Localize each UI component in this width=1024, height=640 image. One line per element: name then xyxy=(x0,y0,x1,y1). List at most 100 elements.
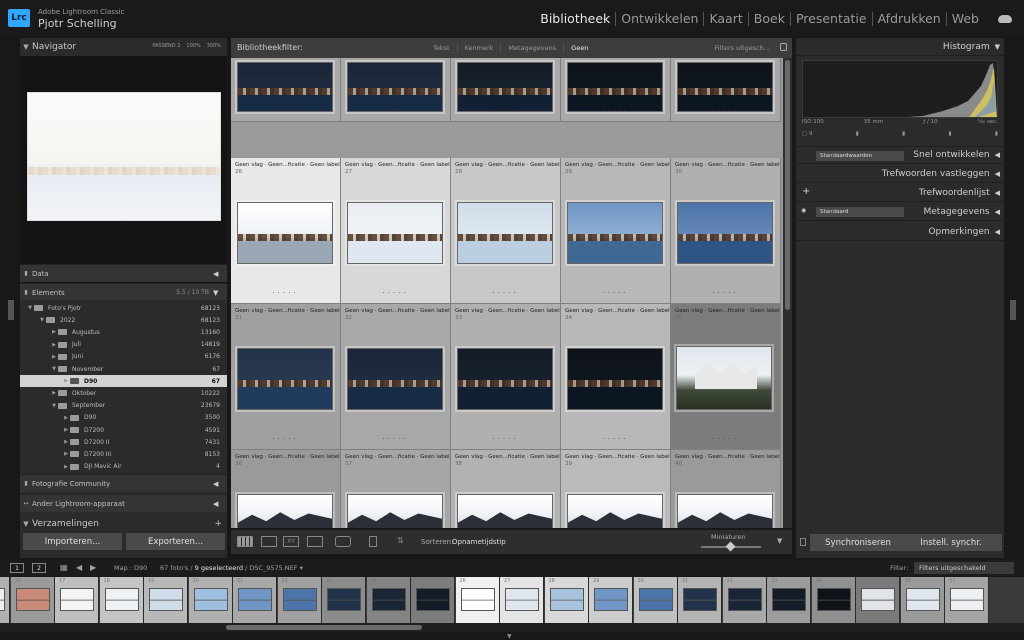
filmstrip-thumbnail[interactable] xyxy=(193,588,228,611)
filmstrip-cell[interactable]: 18 xyxy=(99,577,144,623)
filmstrip-cell[interactable]: 24 xyxy=(366,577,411,623)
histogram-header[interactable]: Histogram ▼ xyxy=(796,38,1004,56)
section-other-device[interactable]: ↔ Ander Lightroom-apparaat ◀ xyxy=(20,494,227,512)
grid-cell[interactable]: Geen vlag · Geen...ficatie · Geen label 2… xyxy=(231,158,341,304)
folder-row[interactable]: ▶ D7200 II 7431 xyxy=(20,436,227,448)
filter-metadata[interactable]: Metagegevens xyxy=(501,44,565,52)
photo-thumbnail[interactable] xyxy=(676,346,772,410)
disclosure-icon[interactable]: ▶ xyxy=(62,439,70,445)
grid-cell[interactable]: ····· xyxy=(671,58,781,122)
filmstrip-thumbnail[interactable] xyxy=(460,588,495,611)
rating-stars[interactable]: ····· xyxy=(231,289,340,297)
grid-cell[interactable]: Geen vlag · Geen...ficatie · Geen label 3… xyxy=(451,450,561,528)
filmstrip-thumbnail[interactable] xyxy=(15,588,50,611)
filmstrip-cell[interactable]: 27 xyxy=(500,577,544,623)
disclosure-icon[interactable]: ▶ xyxy=(62,464,70,470)
photo-thumbnail[interactable] xyxy=(677,202,773,264)
loupe-view-icon[interactable] xyxy=(261,536,277,547)
filmstrip-thumbnail[interactable] xyxy=(683,588,717,611)
grid-cell[interactable]: Geen vlag · Geen...ficatie · Geen label 3… xyxy=(341,304,451,450)
navigator-header[interactable]: ▼ Navigator PASSEND 2 100% 300% xyxy=(20,38,227,56)
module-library[interactable]: Bibliotheek xyxy=(535,12,617,26)
filmstrip-thumbnail[interactable] xyxy=(371,588,406,611)
rating-stars[interactable]: ····· xyxy=(561,435,670,443)
folder-row[interactable]: ▶ D90 67 xyxy=(20,375,227,388)
filmstrip-thumbnail[interactable] xyxy=(60,588,94,611)
filmstrip-thumbnail[interactable] xyxy=(416,588,450,611)
disclosure-icon[interactable]: ▼ xyxy=(26,305,34,311)
filmstrip-thumbnail[interactable] xyxy=(950,588,984,611)
rating-stars[interactable]: ····· xyxy=(671,435,780,443)
rating-stars[interactable]: ····· xyxy=(231,107,340,115)
quick-develop-header[interactable]: Standaardwaarden Snel ontwikkelen ◀ xyxy=(796,146,1004,164)
grid-cell[interactable]: Geen vlag · Geen...ficatie · Geen label 3… xyxy=(451,304,561,450)
filmstrip-cell[interactable]: 17 xyxy=(55,577,99,623)
filmstrip-cell[interactable]: 31 xyxy=(678,577,722,623)
folder-row[interactable]: ▶ Oktober 10222 xyxy=(20,387,227,399)
filter-presets[interactable]: Filters uitgesch... xyxy=(715,44,770,52)
eye-icon[interactable]: ◉ xyxy=(801,207,806,214)
filmstrip-cell[interactable]: 28 xyxy=(544,577,589,623)
keywording-header[interactable]: Trefwoorden vastleggen ◀ xyxy=(796,165,1004,183)
module-map[interactable]: Kaart xyxy=(704,12,749,26)
disclosure-icon[interactable]: ▶ xyxy=(50,354,58,360)
module-print[interactable]: Afdrukken xyxy=(873,12,947,26)
sort-select[interactable]: Opnametijdstip xyxy=(452,538,506,546)
filmstrip-thumbnail[interactable] xyxy=(816,588,851,611)
grid-cell[interactable]: Geen vlag · Geen...ficatie · Geen label 3… xyxy=(231,304,341,450)
filmstrip-thumbnail[interactable] xyxy=(505,588,539,611)
sync-toggle-icon[interactable] xyxy=(800,538,806,546)
section-community[interactable]: ▮ Fotografie Community ◀ xyxy=(20,474,227,492)
photo-thumbnail[interactable] xyxy=(457,202,553,264)
disclosure-icon[interactable]: ▶ xyxy=(62,415,70,421)
disclosure-icon[interactable]: ▼ xyxy=(38,317,46,323)
rating-stars[interactable]: ····· xyxy=(671,289,780,297)
quick-develop-preset[interactable]: Standaardwaarden xyxy=(816,151,904,161)
zoom-300[interactable]: 300% xyxy=(207,43,221,49)
filmstrip-thumbnail[interactable] xyxy=(549,588,584,611)
module-slideshow[interactable]: Presentatie xyxy=(791,12,873,26)
filmstrip-cell[interactable]: 20 xyxy=(188,577,233,623)
sort-direction-icon[interactable]: ⇅ xyxy=(397,536,413,547)
filter-attribute[interactable]: Kenmerk xyxy=(458,44,502,52)
add-collection-icon[interactable]: + xyxy=(214,519,222,529)
disclosure-icon[interactable]: ▶ xyxy=(50,390,58,396)
folder-row[interactable]: ▼ 2022 68123 xyxy=(20,314,227,326)
folder-row[interactable]: ▶ Juni 6176 xyxy=(20,351,227,363)
disclosure-icon[interactable]: ▶ xyxy=(50,329,58,335)
filmstrip-toggle-icon[interactable]: ▼ xyxy=(507,633,512,640)
filmstrip-cell[interactable]: 23 xyxy=(322,577,366,623)
filmstrip-cell[interactable]: 37 xyxy=(945,577,989,623)
photo-thumbnail[interactable] xyxy=(457,62,553,112)
filmstrip-filter-select[interactable]: Filters uitgeschakeld xyxy=(914,562,1014,574)
filmstrip-thumbnail[interactable] xyxy=(594,588,628,611)
folder-path[interactable]: Map : D90 xyxy=(114,564,147,572)
slider-knob[interactable] xyxy=(725,541,736,552)
grid-icon[interactable]: ▦ xyxy=(60,563,68,572)
filmstrip-thumbnail[interactable] xyxy=(638,588,673,611)
filmstrip-cell[interactable]: 29 xyxy=(589,577,633,623)
module-web[interactable]: Web xyxy=(947,12,984,26)
folder-row[interactable]: ▶ D90 3500 xyxy=(20,412,227,424)
filmstrip-thumbnail[interactable] xyxy=(327,588,361,611)
filmstrip-cell[interactable]: 33 xyxy=(767,577,811,623)
grid-cell[interactable]: Geen vlag · Geen...ficatie · Geen label 2… xyxy=(341,158,451,304)
filmstrip-thumbnail[interactable] xyxy=(727,588,762,611)
photo-thumbnail[interactable] xyxy=(457,494,553,528)
keyword-list-header[interactable]: + Trefwoordenlijst ◀ xyxy=(796,184,1004,202)
navigator-preview[interactable] xyxy=(20,56,227,284)
people-view-icon[interactable] xyxy=(335,536,351,547)
add-keyword-icon[interactable]: + xyxy=(802,186,810,197)
filmstrip-thumbnail[interactable] xyxy=(772,588,806,611)
folder-row[interactable]: ▶ Augustus 13160 xyxy=(20,326,227,338)
compare-view-icon[interactable]: XY xyxy=(283,536,299,547)
filmstrip-cell[interactable]: 34 xyxy=(811,577,856,623)
grid-cell[interactable]: ····· xyxy=(451,58,561,122)
rating-stars[interactable]: ····· xyxy=(341,289,450,297)
photo-thumbnail[interactable] xyxy=(677,62,773,112)
rating-stars[interactable]: ····· xyxy=(341,107,450,115)
filter-text[interactable]: Tekst xyxy=(426,44,458,52)
photo-thumbnail[interactable] xyxy=(347,62,443,112)
rating-stars[interactable]: ····· xyxy=(451,289,560,297)
second-screen-button[interactable]: 2 xyxy=(32,563,46,573)
